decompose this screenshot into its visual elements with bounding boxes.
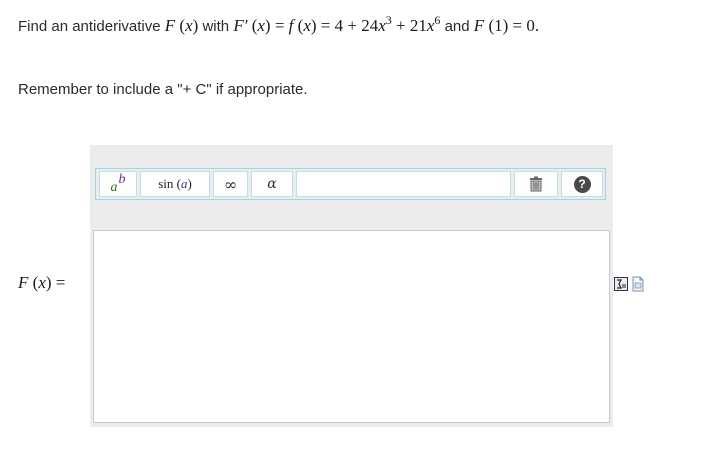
math-toolbar: ab sin (a) ∞ α ? — [95, 168, 606, 200]
infinity-button[interactable]: ∞ — [213, 171, 248, 197]
question-equation: F′ (x) = f (x) = 4 + 24x3 + 21x6 — [233, 13, 441, 35]
question-and: and — [444, 18, 470, 35]
equation-editor-icon[interactable] — [614, 276, 628, 292]
answer-label: F (x) = — [18, 273, 66, 292]
trash-icon — [530, 176, 542, 192]
power-button[interactable]: ab — [99, 171, 137, 197]
question-intro: Find an antiderivative — [18, 18, 161, 35]
alpha-button[interactable]: α — [251, 171, 293, 197]
toolbar-spacer — [296, 171, 511, 197]
question-text: Find an antiderivative F (x) with F′ (x)… — [18, 14, 539, 39]
sin-icon: sin (a) — [158, 176, 192, 191]
answer-input[interactable] — [93, 230, 610, 423]
question-fn-expression: F (x) — [164, 16, 199, 35]
power-icon: ab — [110, 172, 126, 195]
clear-button[interactable] — [514, 171, 558, 197]
help-button[interactable]: ? — [561, 171, 603, 197]
reminder-text: Remember to include a "+ C" if appropria… — [18, 81, 308, 98]
sin-button[interactable]: sin (a) — [140, 171, 210, 197]
help-icon: ? — [573, 175, 591, 193]
answer-tools — [614, 276, 645, 292]
preview-icon[interactable] — [631, 276, 645, 292]
question-with: with — [202, 18, 230, 35]
infinity-icon: ∞ — [223, 174, 238, 194]
question-condition: F (1) = 0. — [473, 16, 540, 35]
alpha-icon: α — [267, 176, 277, 192]
math-editor: ab sin (a) ∞ α ? — [90, 145, 613, 427]
